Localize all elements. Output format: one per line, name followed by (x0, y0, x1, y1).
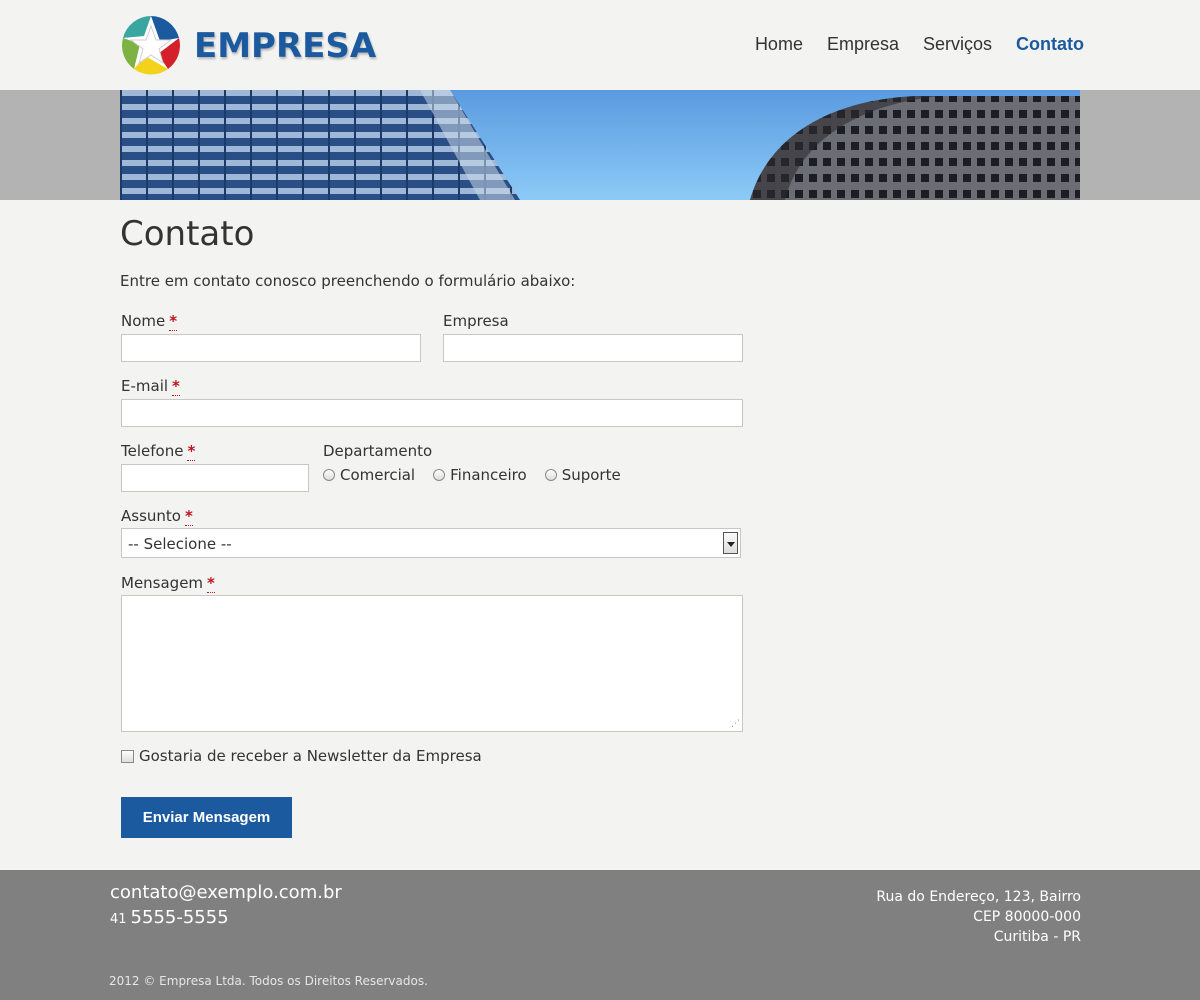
dropdown-arrow-icon[interactable] (723, 532, 738, 554)
radio-label: Financeiro (450, 466, 527, 484)
mensagem-label: Mensagem * (121, 574, 215, 593)
intro-text: Entre em contato conosco preenchendo o f… (120, 272, 576, 290)
departamento-label: Departamento (323, 442, 432, 460)
assunto-label-text: Assunto (121, 507, 181, 525)
empresa-input[interactable] (443, 334, 743, 362)
nav-item-home[interactable]: Home (755, 34, 803, 55)
address-line-1: Rua do Endereço, 123, Bairro (876, 889, 1081, 905)
footer-phone-ddd: 41 (110, 912, 127, 927)
email-input[interactable] (121, 399, 743, 427)
empresa-label: Empresa (443, 312, 509, 330)
radio-button-icon[interactable] (544, 469, 557, 481)
email-label-text: E-mail (121, 377, 169, 395)
address-line-2: CEP 80000-000 (973, 909, 1081, 925)
telefone-label: Telefone * (121, 442, 196, 461)
assunto-label: Assunto * (121, 507, 193, 526)
mensagem-label-text: Mensagem (121, 574, 204, 592)
footer-phone-number: 5555-5555 (130, 907, 229, 928)
nav-item-contato[interactable]: Contato (1016, 34, 1084, 55)
email-label: E-mail * (121, 377, 180, 396)
footer-address: Rua do Endereço, 123, Bairro CEP 80000-0… (876, 887, 1081, 947)
radio-button-icon[interactable] (433, 469, 446, 481)
radio-financeiro[interactable]: Financeiro (433, 466, 527, 484)
banner-image (120, 90, 1080, 200)
radio-button-icon[interactable] (323, 469, 335, 481)
star-logo-icon (122, 16, 180, 75)
nome-label-text: Nome (121, 312, 166, 330)
required-mark: * (187, 442, 196, 461)
telefone-label-text: Telefone (121, 442, 184, 460)
site-header: EMPRESA Home Empresa Serviços Contato (0, 0, 1200, 90)
nav-item-servicos[interactable]: Serviços (923, 34, 992, 55)
footer-copyright: 2012 © Empresa Ltda. Todos os Direitos R… (109, 974, 428, 988)
radio-comercial[interactable]: Comercial (323, 466, 415, 484)
required-mark: * (207, 574, 215, 593)
required-mark: * (184, 507, 193, 526)
assunto-select[interactable]: -- Selecione -- (121, 528, 741, 558)
resize-grip-icon[interactable]: ⋰ (731, 720, 740, 729)
footer-phone: 41 5555-5555 (110, 907, 229, 928)
radio-suporte[interactable]: Suporte (544, 466, 621, 484)
departamento-radio-group: Comercial Financeiro Suporte (323, 466, 621, 484)
nav-item-empresa[interactable]: Empresa (827, 34, 899, 55)
assunto-selected-value: -- Selecione -- (128, 535, 232, 553)
footer-email[interactable]: contato@exemplo.com.br (110, 882, 342, 903)
nome-input[interactable] (121, 334, 421, 362)
logo-text: EMPRESA (194, 26, 377, 66)
site-footer: contato@exemplo.com.br 41 5555-5555 Rua d… (0, 870, 1200, 1000)
nome-label: Nome * (121, 312, 178, 331)
newsletter-checkbox-row[interactable]: Gostaria de receber a Newsletter da Empr… (121, 747, 482, 765)
radio-label: Comercial (340, 466, 416, 484)
required-mark: * (169, 312, 178, 331)
logo[interactable]: EMPRESA (120, 14, 376, 76)
mensagem-textarea[interactable]: ⋰ (121, 595, 743, 732)
submit-button[interactable]: Enviar Mensagem (121, 797, 292, 838)
address-line-3: Curitiba - PR (993, 929, 1081, 945)
telefone-input[interactable] (121, 464, 309, 492)
empresa-label-text: Empresa (443, 312, 509, 330)
page-title: Contato (120, 214, 255, 254)
departamento-label-text: Departamento (323, 442, 433, 460)
checkbox-icon[interactable] (121, 749, 134, 763)
radio-label: Suporte (561, 466, 621, 484)
required-mark: * (172, 377, 180, 396)
newsletter-label: Gostaria de receber a Newsletter da Empr… (139, 747, 482, 765)
main-nav: Home Empresa Serviços Contato (755, 34, 1084, 55)
